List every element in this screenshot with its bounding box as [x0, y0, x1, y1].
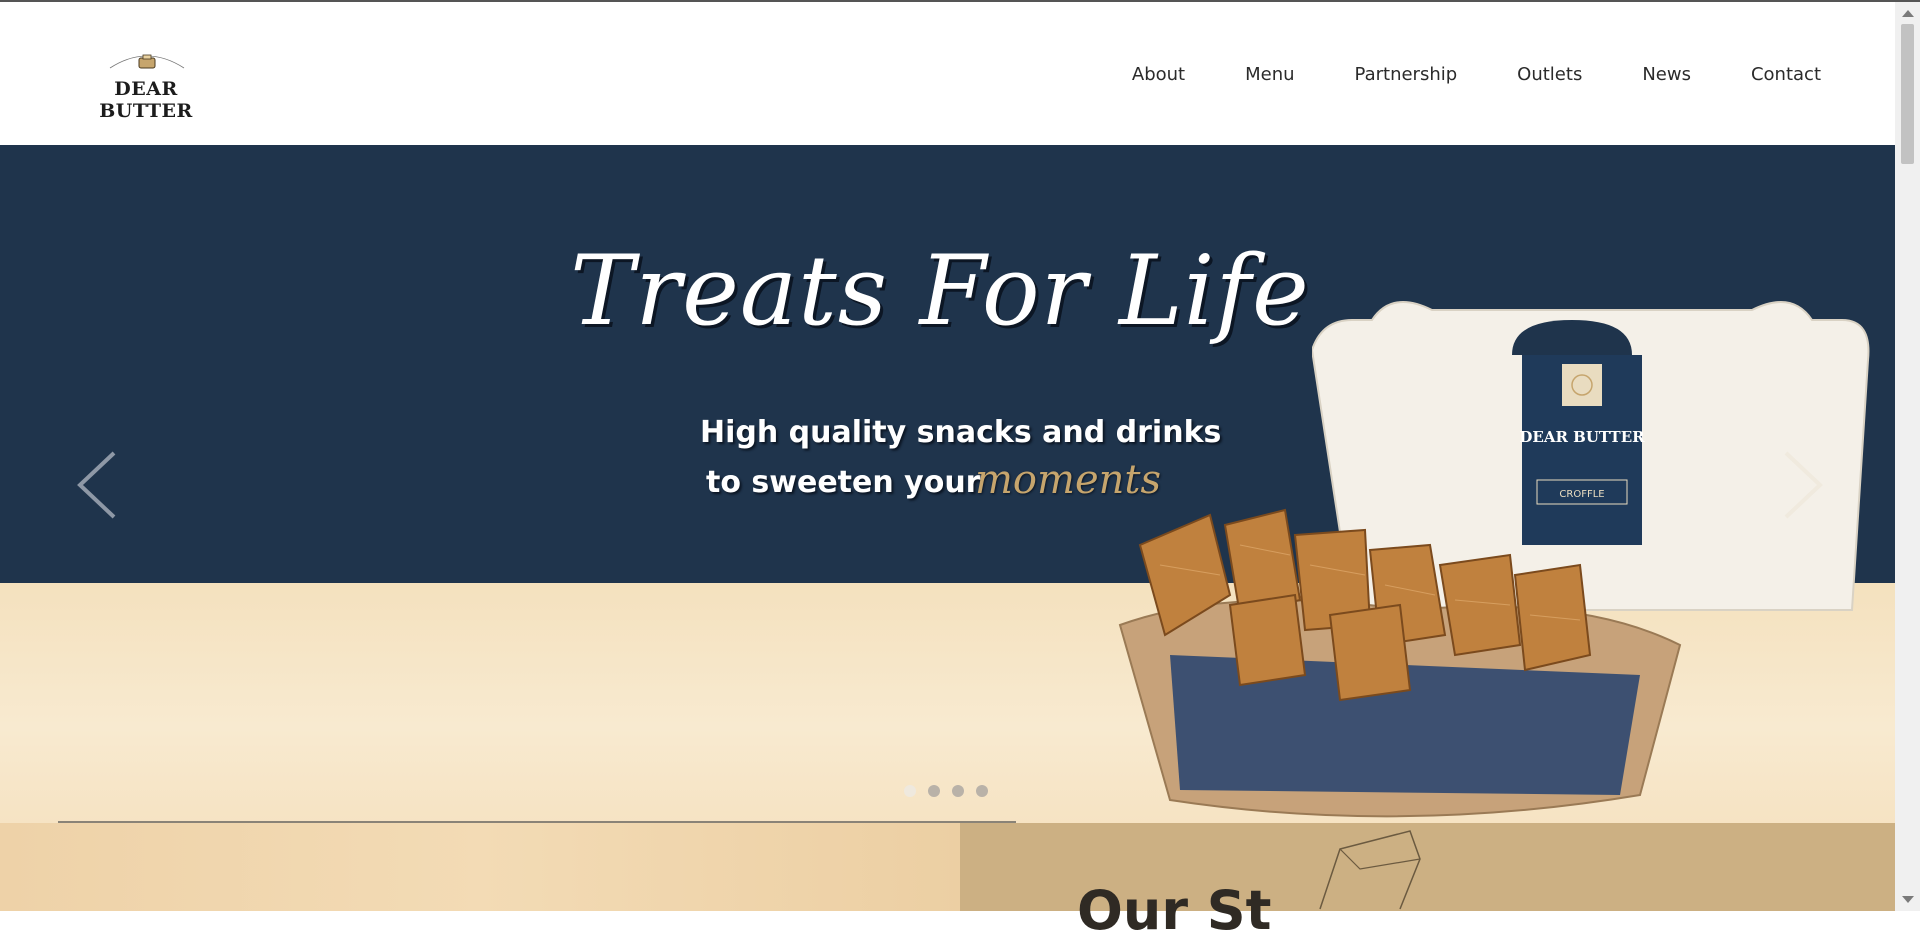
site-header: DEAR BUTTER About Menu Partnership Outle… [0, 2, 1895, 145]
carousel-dot-2[interactable] [928, 785, 940, 797]
scroll-down-icon[interactable] [1902, 896, 1914, 903]
nav-news[interactable]: News [1612, 64, 1721, 85]
carousel-dot-1[interactable] [904, 785, 916, 797]
chevron-right-icon[interactable] [1770, 445, 1830, 525]
hero-headline: Treats For Life [570, 235, 1310, 347]
carousel-dot-4[interactable] [976, 785, 988, 797]
package-label: CROFFLE [1559, 489, 1604, 500]
story-image-panel [0, 823, 960, 911]
package-brand: DEAR BUTTER [1519, 428, 1645, 446]
nav-contact[interactable]: Contact [1721, 64, 1821, 85]
logo-emblem-icon [109, 54, 185, 69]
carousel-dots [904, 785, 988, 797]
nav-partnership[interactable]: Partnership [1325, 64, 1488, 85]
hero-subline-accent: moments [975, 457, 1161, 503]
our-story-section: Our St [0, 823, 1895, 942]
scroll-thumb[interactable] [1901, 24, 1914, 164]
scroll-up-icon[interactable] [1902, 10, 1914, 17]
hero-subline-1: High quality snacks and drinks [700, 415, 1222, 450]
logo-text: DEAR BUTTER [99, 78, 193, 122]
carousel-dot-3[interactable] [952, 785, 964, 797]
bag-sketch-icon [1319, 830, 1421, 910]
croffle-basket-image [1118, 508, 1682, 818]
nav-menu[interactable]: Menu [1215, 64, 1324, 85]
nav-about[interactable]: About [1102, 64, 1215, 85]
logo[interactable]: DEAR BUTTER [74, 50, 218, 122]
hero-subline-2: to sweeten your [706, 465, 981, 500]
hero-carousel: Treats For Life High quality snacks and … [0, 145, 1895, 823]
chevron-left-icon[interactable] [70, 445, 130, 525]
page-scrollbar[interactable] [1895, 2, 1920, 911]
nav-outlets[interactable]: Outlets [1487, 64, 1612, 85]
main-nav: About Menu Partnership Outlets News Cont… [1102, 64, 1821, 85]
